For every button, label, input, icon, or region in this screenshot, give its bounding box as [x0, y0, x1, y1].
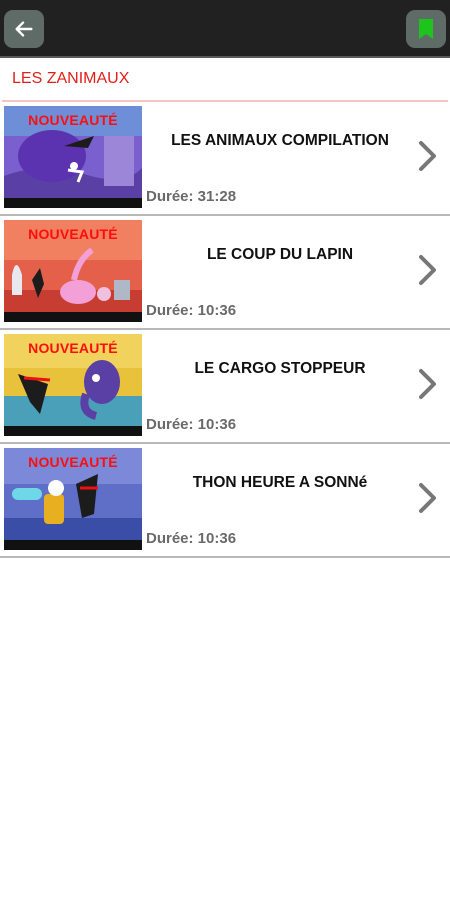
chevron-right-icon[interactable]: [416, 366, 440, 402]
video-title: LE COUP DU LAPIN: [206, 246, 354, 263]
back-button[interactable]: [4, 10, 44, 48]
video-title: LE CARGO STOPPEUR: [194, 360, 366, 377]
new-badge: NOUVEAUTÉ: [28, 226, 118, 242]
chevron-right-icon[interactable]: [416, 138, 440, 174]
video-list-item[interactable]: NOUVEAUTÉ LES ANIMAUX COMPILATION Durée:…: [0, 102, 450, 216]
app-bar: [0, 0, 450, 58]
video-thumbnail: NOUVEAUTÉ: [4, 220, 142, 322]
video-list-item[interactable]: NOUVEAUTÉ LE CARGO STOPPEUR Durée: 10:36: [0, 330, 450, 444]
arrow-left-icon: [15, 21, 33, 37]
video-title: THON HEURE A SONNé: [192, 474, 368, 491]
new-badge: NOUVEAUTÉ: [28, 112, 118, 128]
new-badge: NOUVEAUTÉ: [28, 340, 118, 356]
video-list-item[interactable]: NOUVEAUTÉ THON HEURE A SONNé Durée: 10:3…: [0, 444, 450, 558]
video-thumbnail: NOUVEAUTÉ: [4, 106, 142, 208]
video-duration: Durée: 31:28: [146, 188, 237, 205]
new-badge: NOUVEAUTÉ: [28, 454, 118, 470]
video-list-item[interactable]: NOUVEAUTÉ LE COUP DU LAPIN Durée: 10:36: [0, 216, 450, 330]
bookmark-icon: [419, 19, 433, 39]
chevron-right-icon[interactable]: [416, 252, 440, 288]
video-thumbnail: NOUVEAUTÉ: [4, 448, 142, 550]
video-duration: Durée: 10:36: [146, 302, 237, 319]
section-title: LES ZANIMAUX: [12, 70, 130, 87]
bookmark-button[interactable]: [406, 10, 446, 48]
video-duration: Durée: 10:36: [146, 416, 237, 433]
video-duration: Durée: 10:36: [146, 530, 237, 547]
video-thumbnail: NOUVEAUTÉ: [4, 334, 142, 436]
video-list: NOUVEAUTÉ LES ANIMAUX COMPILATION Durée:…: [0, 102, 450, 558]
chevron-right-icon[interactable]: [416, 480, 440, 516]
video-title: LES ANIMAUX COMPILATION: [171, 132, 389, 149]
